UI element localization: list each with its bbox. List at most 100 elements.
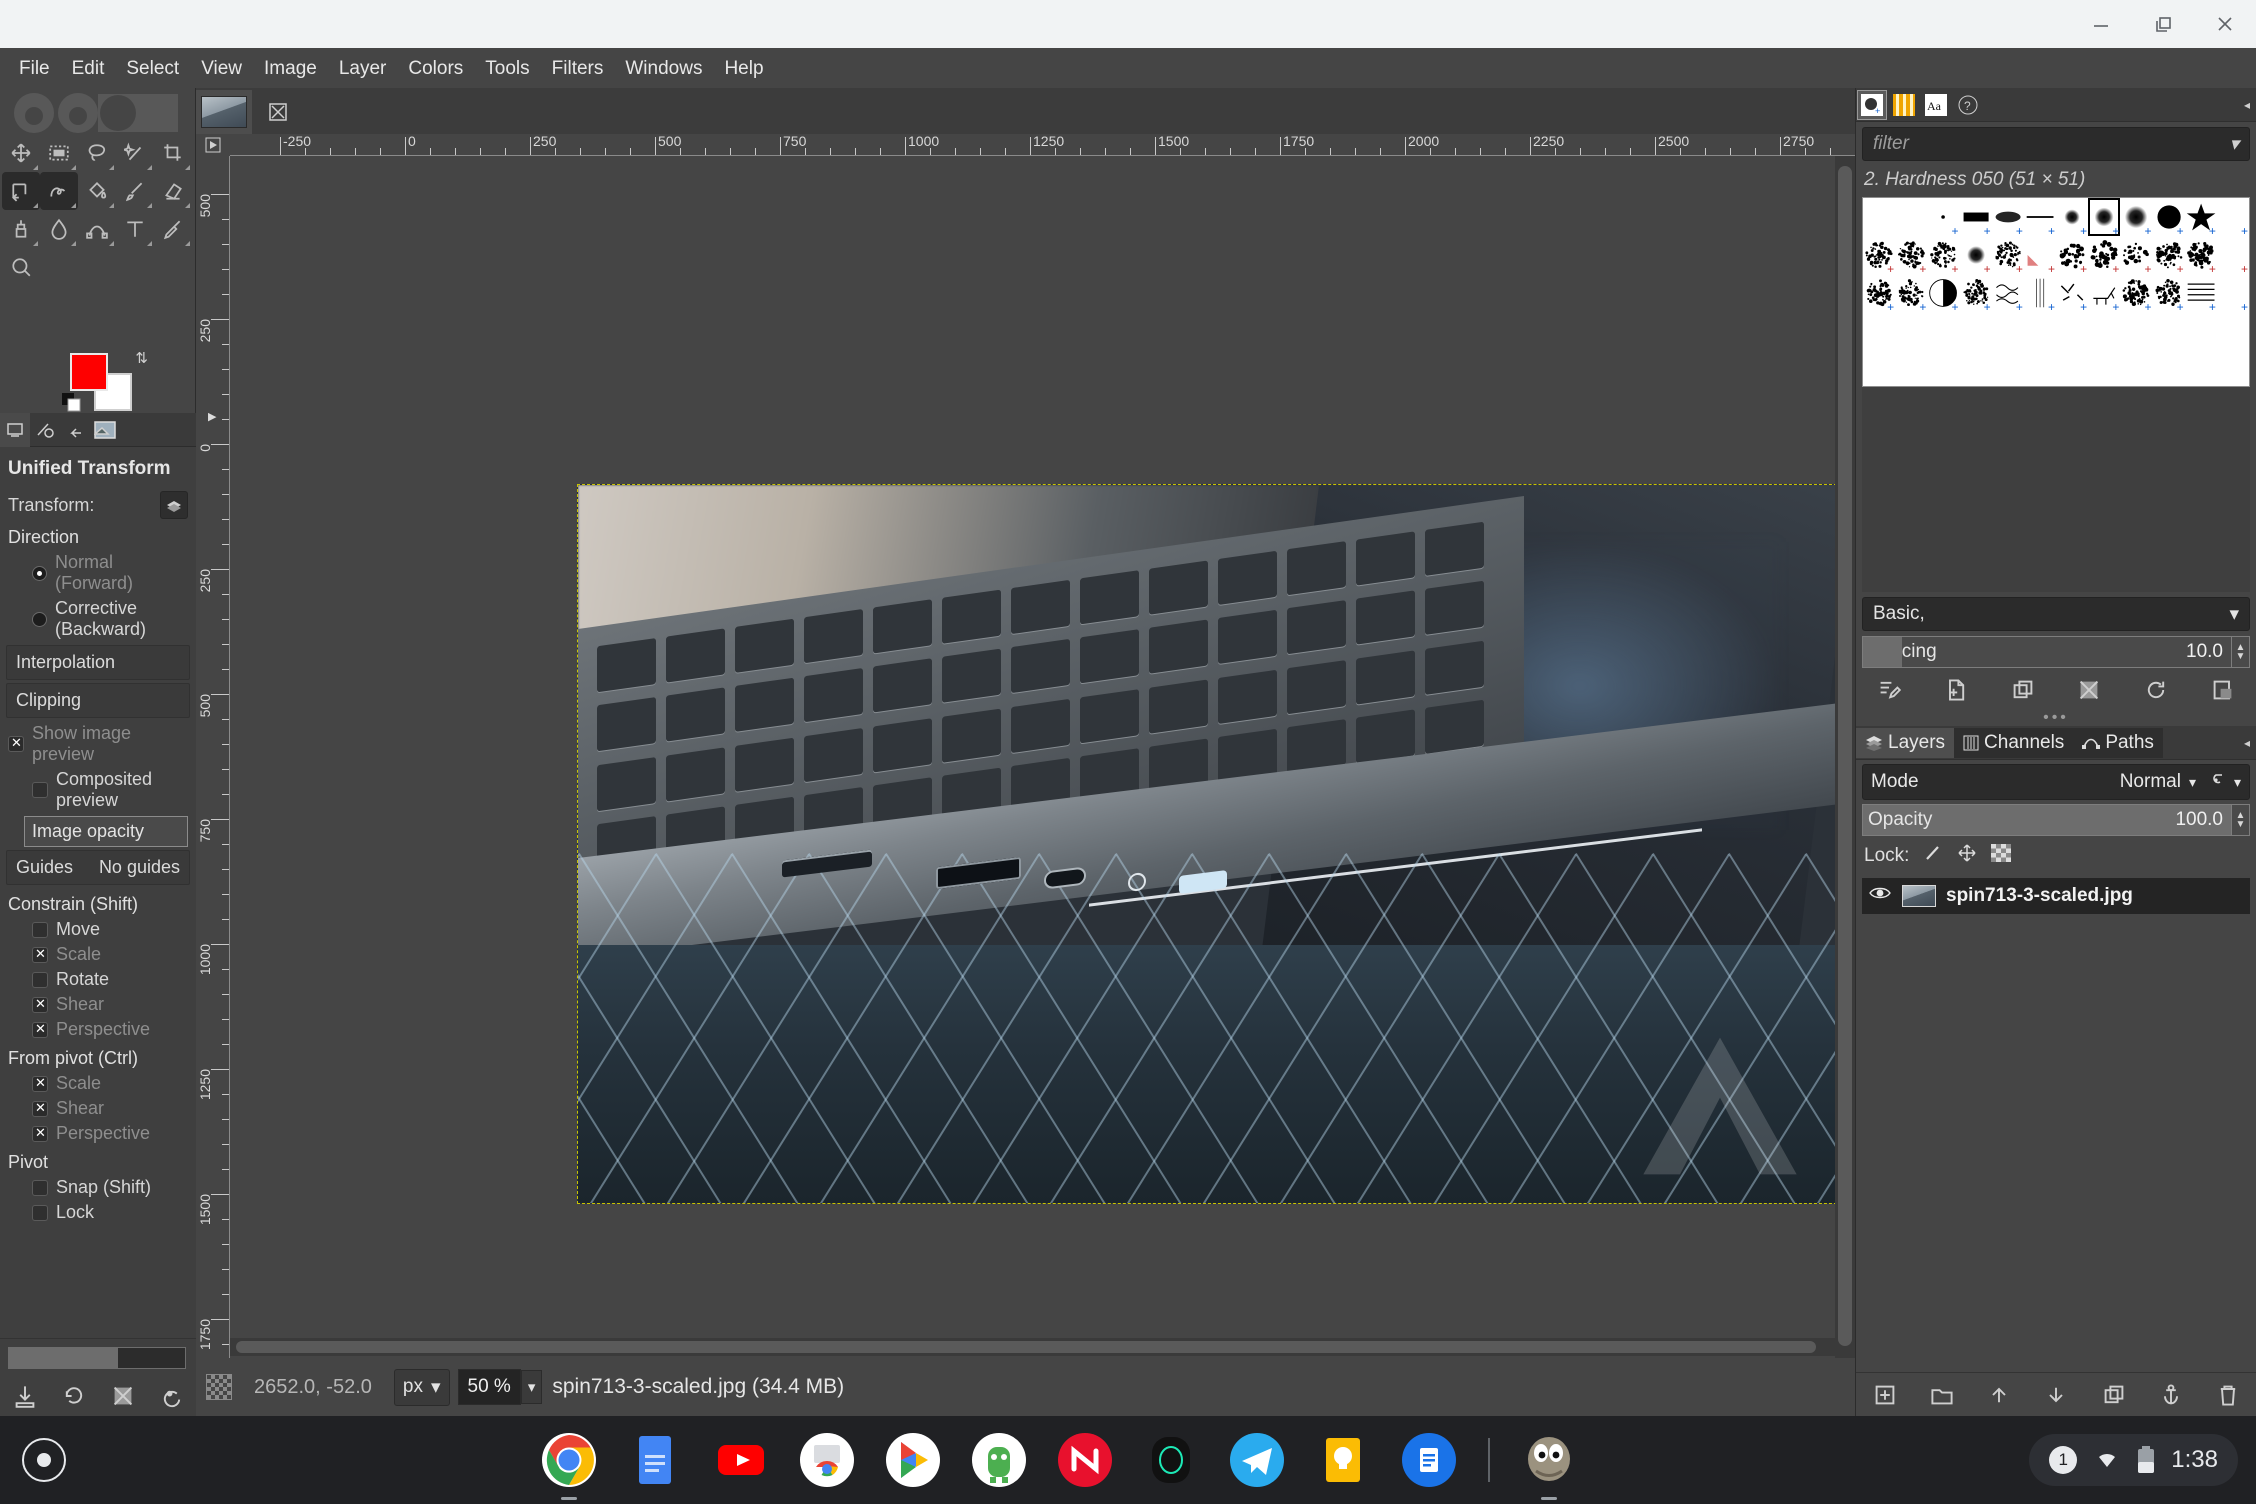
patterns-tab[interactable]	[1889, 90, 1919, 120]
brush-cell[interactable]	[1863, 198, 1895, 236]
delete-brush-button[interactable]	[2074, 675, 2104, 705]
channels-tab[interactable]: Channels	[1954, 728, 2073, 758]
brush-cell[interactable]: +	[2024, 236, 2056, 274]
spacing-stepper[interactable]: ▲▼	[2231, 637, 2249, 667]
brush-filter-input[interactable]: filter ▾	[1862, 127, 2250, 161]
pivot-lock[interactable]: Lock	[0, 1200, 196, 1225]
lock-alpha-icon[interactable]	[1991, 844, 2011, 868]
menu-image[interactable]: Image	[253, 55, 328, 82]
launcher-button[interactable]	[0, 1438, 88, 1482]
clipping-expander[interactable]: Clipping	[6, 683, 190, 718]
edit-brush-button[interactable]	[1874, 675, 1904, 705]
taskbar-app-youtube[interactable]	[714, 1433, 768, 1487]
brush-grid[interactable]: ++++++++++++++++++++++++++++++++++	[1862, 197, 2250, 387]
brush-tag-filter[interactable]: Basic, ▾	[1862, 597, 2250, 631]
brush-cell[interactable]: +	[2120, 274, 2152, 312]
chevron-down-icon[interactable]: ▾	[2234, 774, 2241, 791]
device-status-tab[interactable]	[30, 413, 60, 447]
brush-cell[interactable]: +	[2185, 274, 2217, 312]
minimize-button[interactable]	[2070, 0, 2132, 48]
close-image-button[interactable]	[252, 90, 304, 134]
brush-cell[interactable]: +	[2056, 198, 2088, 236]
clock[interactable]: 1:38	[2171, 1446, 2218, 1474]
undo-history-tab[interactable]	[60, 413, 90, 447]
menu-layer[interactable]: Layer	[328, 55, 398, 82]
raise-layer-button[interactable]	[1984, 1380, 2014, 1410]
color-picker-tool[interactable]	[154, 210, 192, 248]
taskbar-app-google-docs[interactable]	[628, 1433, 682, 1487]
unit-selector[interactable]: px ▾	[394, 1369, 450, 1406]
from-pivot-scale[interactable]: Scale	[0, 1071, 196, 1096]
paths-tab[interactable]: Paths	[2073, 728, 2163, 758]
maximize-restore-button[interactable]	[2132, 0, 2194, 48]
quick-mask-toggle[interactable]	[206, 1374, 232, 1400]
taskbar-app-gimp[interactable]	[1522, 1433, 1576, 1487]
open-as-image-button[interactable]	[2208, 675, 2238, 705]
brush-cell[interactable]: +	[2120, 236, 2152, 274]
opacity-spinner[interactable]: Opacity 100.0 ▲▼	[1862, 804, 2250, 836]
image-tab-spin713[interactable]	[196, 90, 252, 134]
paths-tool[interactable]	[78, 210, 116, 248]
taskbar-app-google-keep[interactable]	[1316, 1433, 1370, 1487]
delete-layer-button[interactable]	[2213, 1380, 2243, 1410]
guides-expander[interactable]: Guides No guides	[6, 850, 190, 885]
zoom-input[interactable]: 50 %	[458, 1369, 521, 1405]
taskbar-app-play-store[interactable]	[886, 1433, 940, 1487]
smudge-tool[interactable]	[40, 210, 78, 248]
swap-colors-icon[interactable]: ⇅	[135, 349, 148, 367]
fonts-tab[interactable]: Aa	[1921, 90, 1951, 120]
move-tool[interactable]	[2, 134, 40, 172]
brush-cell[interactable]: +	[1863, 236, 1895, 274]
constrain-scale[interactable]: Scale	[0, 942, 196, 967]
canvas-image-spin713[interactable]	[577, 484, 1835, 1204]
wifi-icon[interactable]	[2093, 1449, 2121, 1471]
checkbox-constrain-1[interactable]	[32, 947, 48, 963]
dock-resize-grip[interactable]: •••	[1856, 710, 2256, 726]
brushes-tab[interactable]: +	[1857, 90, 1887, 120]
brush-cell[interactable]: +	[1992, 274, 2024, 312]
menu-view[interactable]: View	[190, 55, 253, 82]
chevron-down-icon[interactable]: ▾	[2229, 133, 2239, 156]
checkbox-constrain-0[interactable]	[32, 922, 48, 938]
ruler-origin-button[interactable]	[196, 134, 230, 156]
menu-filters[interactable]: Filters	[541, 55, 615, 82]
notification-count-badge[interactable]: 1	[2049, 1446, 2077, 1474]
battery-icon[interactable]	[2137, 1446, 2155, 1474]
menu-tools[interactable]: Tools	[474, 55, 540, 82]
brush-cell[interactable]: +	[2185, 236, 2217, 274]
document-history-tab[interactable]: ?	[1953, 90, 1983, 120]
constrain-rotate[interactable]: Rotate	[0, 967, 196, 992]
composited-preview-row[interactable]: Composited preview	[0, 767, 196, 813]
brush-cell[interactable]: +	[1863, 274, 1895, 312]
vertical-ruler[interactable]: 50025002505007501000125015001750▶	[196, 156, 230, 1368]
new-layer-group-button[interactable]	[1927, 1380, 1957, 1410]
taskbar-app-private-internet-access[interactable]	[972, 1433, 1026, 1487]
brush-cell[interactable]: +	[1927, 274, 1959, 312]
brush-cell[interactable]: +	[2217, 236, 2249, 274]
bucket-fill-tool[interactable]	[78, 172, 116, 210]
anchor-layer-button[interactable]	[2156, 1380, 2186, 1410]
checkbox-from-pivot-1[interactable]	[32, 1101, 48, 1117]
tool-options-tab[interactable]	[0, 413, 30, 447]
checkbox-constrain-2[interactable]	[32, 972, 48, 988]
fuzzy-select-tool[interactable]	[116, 134, 154, 172]
taskbar-app-chrome[interactable]	[542, 1433, 596, 1487]
show-image-preview-checkbox[interactable]	[8, 736, 24, 752]
radio-direction-1[interactable]	[32, 612, 47, 627]
color-swatch-area[interactable]: ⇅	[62, 353, 142, 413]
layer-mode-row[interactable]: Mode Normal ▾ ▾	[1862, 764, 2250, 800]
brush-cell[interactable]: +	[1960, 198, 1992, 236]
layers-tab[interactable]: Layers	[1856, 728, 1954, 758]
brush-cell[interactable]: +	[1960, 236, 1992, 274]
duplicate-brush-button[interactable]	[2008, 675, 2038, 705]
brush-cell[interactable]: +	[2217, 198, 2249, 236]
show-image-preview-row[interactable]: Show image preview	[0, 721, 196, 767]
image-opacity-slider[interactable]: Image opacity	[24, 816, 188, 847]
constrain-shear[interactable]: Shear	[0, 992, 196, 1017]
clone-tool[interactable]	[2, 210, 40, 248]
brush-cell[interactable]: +	[1895, 236, 1927, 274]
checkbox-constrain-4[interactable]	[32, 1022, 48, 1038]
save-tool-preset-button[interactable]	[10, 1381, 40, 1411]
unified-transform-tool[interactable]	[2, 172, 40, 210]
restore-tool-preset-button[interactable]	[59, 1381, 89, 1411]
